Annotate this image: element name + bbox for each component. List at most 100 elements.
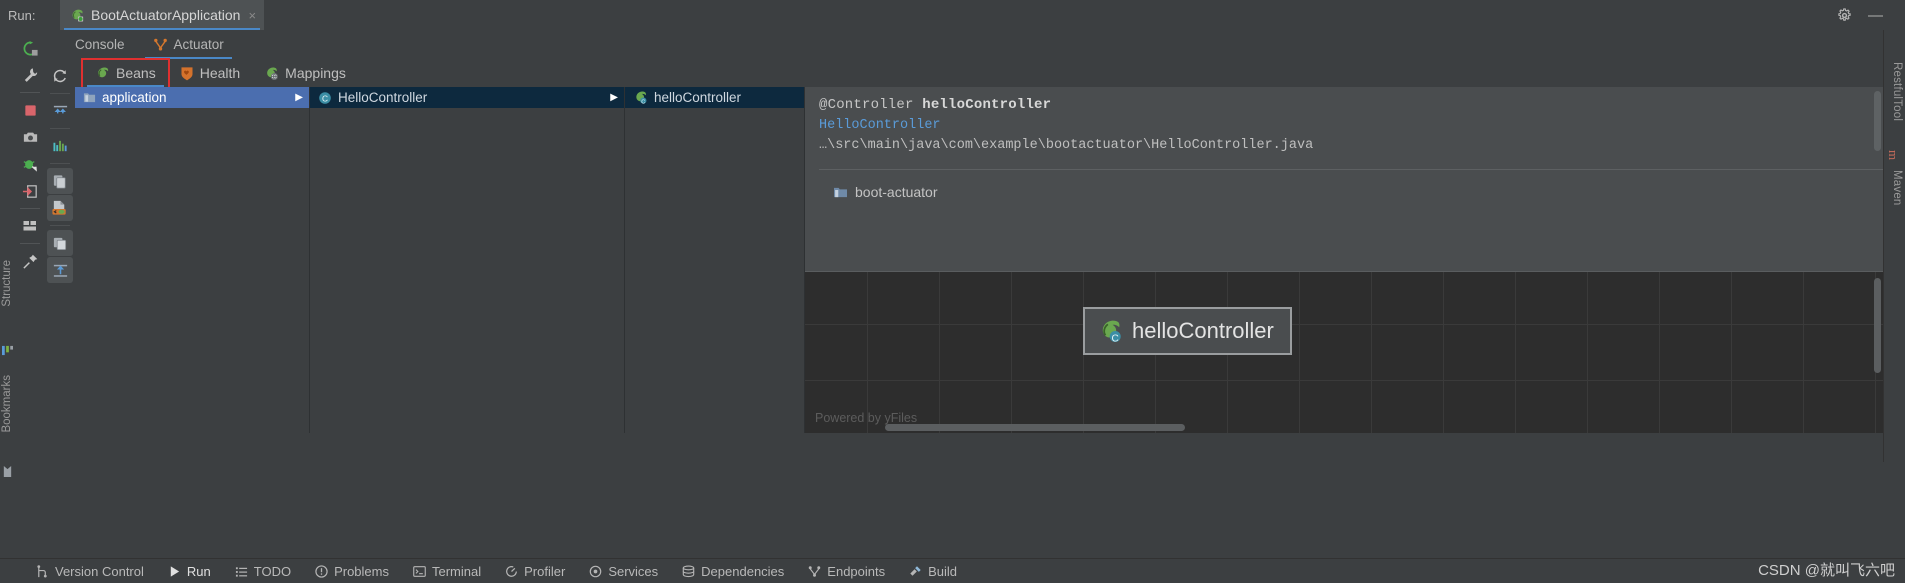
tree-row[interactable]: C helloController [625,87,804,108]
status-item-todo[interactable]: TODO [223,559,303,583]
actuator-endpoint-tabs: Beans Health Mappings [75,58,1883,91]
bean-annotation: @Controller [819,97,914,113]
fit-content-button[interactable] [47,257,73,283]
actuator-icon [153,37,168,52]
run-toolwindow-toolbar [15,30,45,462]
sidebar-item-structure[interactable]: Structure [1,260,13,307]
left-toolwindow-strip: Structure Bookmarks [0,30,15,477]
tab-actuator-label: Actuator [173,37,224,52]
bean-detail-side: @Controller helloController HelloControl… [805,87,1883,433]
bean-module-row[interactable]: boot-actuator [819,170,1883,200]
show-diagram-button[interactable] [47,230,73,256]
tab-actuator[interactable]: Actuator [139,30,238,59]
camera-icon[interactable] [17,124,43,150]
chevron-right-icon[interactable]: ▶ [610,92,618,103]
restfultool-tab-label: RestfulTool [1891,62,1903,122]
status-item-label: Build [928,563,958,579]
detail-scrollbar[interactable] [1874,91,1881,151]
refresh-button[interactable] [47,63,73,89]
actuator-panel: Console Actuator Beans Health Mappings a… [45,30,1883,462]
graph-horizontal-scrollbar[interactable] [885,424,1185,431]
inner-divider-2 [50,128,70,129]
gear-icon[interactable] [1837,7,1852,23]
terminal-icon [413,565,426,578]
inner-divider-3 [50,163,70,164]
beans-tree-column-1: application ▶ [75,87,310,433]
bean-detail-panel: @Controller helloController HelloControl… [805,87,1883,272]
minimize-icon[interactable]: — [1868,7,1883,24]
toolbar-divider-2 [20,208,40,209]
tab-health-label: Health [199,65,241,81]
status-item-build[interactable]: Build [897,559,969,583]
services-icon [589,565,602,578]
tree-row[interactable]: C HelloController ▶ [310,87,624,108]
status-item-label: Endpoints [827,563,886,579]
tab-beans[interactable]: Beans [81,58,170,91]
chevron-right-icon[interactable]: ▶ [295,92,303,103]
bug-attach-icon[interactable] [17,151,43,177]
close-icon[interactable]: × [246,8,256,23]
tab-console-label: Console [75,37,125,52]
toolbar-divider-3 [20,243,40,244]
show-beans-button[interactable] [47,168,73,194]
status-item-label: Run [186,563,211,579]
maven-tab-label: Maven [1891,170,1903,206]
status-item-run[interactable]: Run [156,559,223,583]
spring-bean-icon: C [633,90,648,105]
export-arrow-icon[interactable] [17,178,43,204]
intellij-window: Run: BootActuatorApplication × — Structu… [0,0,1905,583]
run-toolwindow-header: Run: BootActuatorApplication × — [0,0,1905,30]
spring-boot-run-icon [70,8,85,23]
run-tab-label: BootActuatorApplication [91,7,241,23]
status-item-version-control[interactable]: Version Control [24,559,156,583]
right-toolwindow-strip: RestfulTool Maven m [1883,30,1905,462]
tree-row[interactable]: application ▶ [75,87,309,108]
status-item-label: Services [608,563,659,579]
tab-mappings[interactable]: Mappings [252,59,358,87]
beans-content: application ▶ C HelloController ▶ C hell… [75,87,1883,433]
window-controls: — [1837,0,1883,30]
tree-row-label: helloController [654,90,742,105]
status-item-problems[interactable]: Problems [303,559,401,583]
structure-icon [2,345,13,356]
stop-button[interactable] [17,97,43,123]
status-item-label: Problems [334,563,389,579]
show-library-beans-button[interactable] [47,195,73,221]
graph-node-label: helloController [1132,318,1274,343]
metrics-button[interactable] [47,133,73,159]
health-heart-icon [180,66,194,81]
status-bar: Version Control Run TODO Problems Termin… [0,558,1905,583]
run-tab-bootactuatorapplication[interactable]: BootActuatorApplication × [60,0,265,30]
status-item-terminal[interactable]: Terminal [401,559,493,583]
graph-node-hellocontroller[interactable]: C helloController [1083,307,1292,355]
edit-configuration-button[interactable] [17,62,43,88]
watermark: CSDN @就叫飞六吧 [1758,562,1895,579]
bookmarks-icon [2,465,13,477]
tab-health[interactable]: Health [168,59,252,87]
tab-console[interactable]: Console [61,30,139,59]
collapse-all-button[interactable] [47,98,73,124]
status-item-label: Terminal [432,563,482,579]
bean-graph-panel[interactable]: C helloController Powered by yFiles [805,272,1883,433]
status-item-label: Dependencies [701,563,785,579]
layout-icon[interactable] [17,213,43,239]
pin-icon[interactable] [17,248,43,274]
svg-text:C: C [1112,333,1119,344]
sidebar-item-bookmarks[interactable]: Bookmarks [1,375,13,433]
status-item-profiler[interactable]: Profiler [493,559,577,583]
rerun-button[interactable] [17,35,43,61]
graph-grid [805,272,1883,433]
toolbar-divider [20,92,40,93]
sidebar-item-restfultool[interactable]: RestfulTool [1891,62,1903,121]
status-item-services[interactable]: Services [577,559,670,583]
status-item-endpoints[interactable]: Endpoints [796,559,897,583]
bean-file-path: …\src\main\java\com\example\bootactuator… [819,138,1314,153]
spring-bean-icon: C [1097,318,1123,344]
bean-class-link[interactable]: HelloController [819,118,1883,133]
graph-vertical-scrollbar[interactable] [1874,278,1881,373]
problems-icon [315,564,328,578]
sidebar-item-maven[interactable]: Maven [1891,170,1903,206]
status-item-dependencies[interactable]: Dependencies [670,559,796,583]
run-content-tabs: Console Actuator [45,30,1883,59]
spring-bean-icon [95,66,110,81]
